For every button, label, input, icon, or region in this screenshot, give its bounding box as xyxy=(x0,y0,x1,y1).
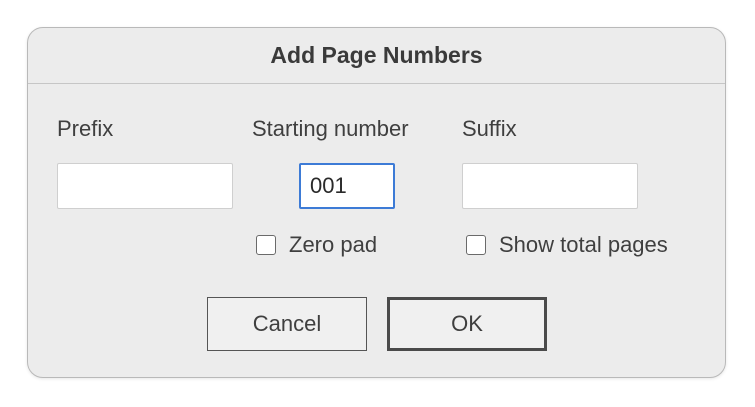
zero-pad-checkbox-box[interactable] xyxy=(256,235,276,255)
suffix-input[interactable] xyxy=(462,163,638,209)
starting-number-label: Starting number xyxy=(252,116,409,141)
show-total-pages-label: Show total pages xyxy=(499,232,668,257)
cancel-button[interactable]: Cancel xyxy=(207,297,367,351)
ok-button[interactable]: OK xyxy=(387,297,547,351)
zero-pad-checkbox[interactable]: Zero pad xyxy=(256,231,377,259)
show-total-pages-checkbox-box[interactable] xyxy=(466,235,486,255)
prefix-input[interactable] xyxy=(57,163,233,209)
zero-pad-label: Zero pad xyxy=(289,232,378,257)
dialog-titlebar: Add Page Numbers xyxy=(28,28,725,84)
show-total-pages-checkbox[interactable]: Show total pages xyxy=(466,231,668,259)
prefix-label: Prefix xyxy=(57,116,114,141)
starting-number-input[interactable] xyxy=(299,163,395,209)
suffix-label: Suffix xyxy=(462,116,517,141)
dialog-title: Add Page Numbers xyxy=(270,42,483,68)
add-page-numbers-dialog: Add Page Numbers Prefix Starting number … xyxy=(27,27,726,378)
